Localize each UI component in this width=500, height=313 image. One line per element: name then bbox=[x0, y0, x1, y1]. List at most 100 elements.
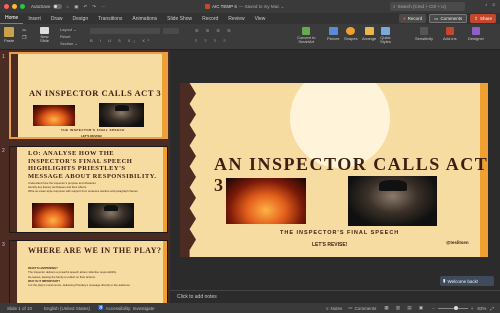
zoom-level[interactable]: 83% bbox=[477, 306, 486, 311]
clipboard-icon bbox=[4, 27, 15, 37]
doc-status[interactable]: — Saved to my Mac ⌄ bbox=[239, 4, 285, 10]
picture-button[interactable]: Picture bbox=[327, 27, 339, 41]
home-icon[interactable]: ⌂ bbox=[67, 4, 70, 10]
reset-button[interactable]: Reset bbox=[60, 34, 70, 39]
zoom-slider-thumb[interactable] bbox=[453, 305, 458, 310]
cut-copy-group: ✂ ❐ bbox=[22, 28, 26, 41]
new-slide-button[interactable]: New Slide bbox=[40, 27, 49, 43]
more-icon[interactable]: ⋯ bbox=[101, 4, 106, 10]
quick-styles-icon bbox=[380, 27, 390, 35]
designer-label: Designer bbox=[468, 36, 485, 41]
handle-text[interactable]: @teslitsen bbox=[446, 240, 469, 245]
section-button[interactable]: Section ⌄ bbox=[60, 41, 78, 46]
slide-thumbnail-2[interactable]: LO: ANALYSE HOW THE INSPECTOR'S FINAL SP… bbox=[9, 146, 168, 233]
quick-access-toolbar: ⌂ ▣ ↶ ↷ ⋯ bbox=[67, 4, 106, 10]
title-bar: AutoSave ⌂ ▣ ↶ ↷ ⋯ AIC TEMP 6 — Saved to… bbox=[0, 0, 500, 13]
quick-styles-button[interactable]: Quick Styles bbox=[380, 27, 391, 44]
notes-icon[interactable]: ≡ bbox=[326, 306, 329, 311]
ribbon-tabs: Home Insert Draw Design Transitions Anim… bbox=[0, 13, 500, 24]
notes-area[interactable]: Click to add notes bbox=[170, 290, 500, 303]
zoom-slider[interactable] bbox=[437, 305, 468, 310]
slide-subtitle[interactable]: THE INSPECTOR'S FINAL SPEECH bbox=[280, 230, 399, 236]
close-window-button[interactable] bbox=[4, 4, 9, 9]
fire-image[interactable] bbox=[226, 178, 306, 224]
tab-view[interactable]: View bbox=[250, 13, 271, 24]
search-box[interactable]: ⌕ Search (Cmd + Ctrl + U) bbox=[390, 2, 465, 11]
tab-record[interactable]: Record bbox=[197, 13, 223, 24]
paste-button[interactable]: Paste bbox=[4, 27, 14, 43]
tab-insert[interactable]: Insert bbox=[23, 13, 46, 24]
zoom-window-button[interactable] bbox=[20, 4, 25, 9]
accessibility-status[interactable]: Accessibility: Investigate bbox=[106, 306, 155, 311]
shapes-button[interactable]: Shapes bbox=[344, 27, 358, 41]
zoom-in-icon[interactable]: + bbox=[471, 306, 474, 311]
tab-draw[interactable]: Draw bbox=[46, 13, 68, 24]
powerpoint-icon bbox=[205, 4, 210, 9]
notes-toggle[interactable]: Notes bbox=[331, 306, 343, 311]
current-slide[interactable]: AN INSPECTOR CALLS ACT 3 THE INSPECTOR'S… bbox=[180, 83, 488, 257]
autosave-control[interactable]: AutoSave bbox=[31, 4, 62, 9]
font-format-buttons[interactable]: B I U S X₂ X² bbox=[90, 38, 152, 43]
picture-label: Picture bbox=[327, 36, 340, 41]
record-button[interactable]: ● Record bbox=[398, 14, 427, 23]
comments-toggle[interactable]: Comments bbox=[355, 306, 377, 311]
left-border-decoration bbox=[10, 147, 17, 232]
sensitivity-button[interactable]: Sensitivity bbox=[415, 27, 433, 41]
add-ins-button[interactable]: Add-ins bbox=[443, 27, 457, 41]
minimize-window-button[interactable] bbox=[12, 4, 17, 9]
tab-slide-show[interactable]: Slide Show bbox=[162, 13, 197, 24]
layout-button[interactable]: Layout ⌄ bbox=[60, 27, 76, 32]
fit-slide-icon[interactable]: ⤢ bbox=[490, 306, 494, 311]
hat-shape bbox=[378, 180, 407, 191]
slide-thumbnail-3[interactable]: WHERE ARE WE IN THE PLAY? WHAT'S HAPPENI… bbox=[9, 240, 168, 305]
comment-icon: ▭ bbox=[434, 15, 439, 21]
comments-button[interactable]: ▭ Comments bbox=[429, 14, 468, 23]
comments-label: Comments bbox=[440, 16, 463, 21]
paragraph-buttons[interactable]: ☰ ☰ ☰ ☰ bbox=[195, 28, 234, 33]
tab-design[interactable]: Design bbox=[68, 13, 94, 24]
tab-transitions[interactable]: Transitions bbox=[93, 13, 127, 24]
tab-review[interactable]: Review bbox=[223, 13, 249, 24]
language[interactable]: English (United States) bbox=[44, 306, 90, 311]
zoom-out-icon[interactable]: − bbox=[432, 306, 435, 311]
share-label: Share bbox=[479, 16, 492, 21]
autosave-toggle[interactable] bbox=[52, 4, 62, 9]
font-size-select[interactable] bbox=[163, 28, 179, 34]
hat-shape bbox=[114, 105, 129, 111]
slide-number: 3 bbox=[2, 242, 5, 248]
slide-number: 2 bbox=[2, 148, 5, 154]
search-icon: ⌕ bbox=[393, 4, 396, 9]
accessibility-icon[interactable]: ♿ bbox=[98, 305, 104, 311]
alignment-buttons[interactable]: ≡ ≡ ≡ ≡ bbox=[195, 38, 229, 43]
undo-icon[interactable]: ↶ bbox=[84, 4, 88, 10]
autosave-label: AutoSave bbox=[31, 4, 51, 9]
designer-button[interactable]: Designer bbox=[468, 27, 484, 41]
arrange-icon bbox=[364, 27, 374, 35]
slide-thumbnail-1[interactable]: AN INSPECTOR CALLS ACT 3 THE INSPECTOR'S… bbox=[9, 52, 168, 139]
inspector-image[interactable] bbox=[348, 176, 437, 226]
slide-revise[interactable]: LET'S REVISE! bbox=[312, 242, 347, 248]
info-icon: ▮ bbox=[443, 278, 446, 283]
font-family-select[interactable] bbox=[90, 28, 160, 34]
left-border-decoration bbox=[10, 241, 17, 304]
cut-icon[interactable]: ✂ bbox=[22, 28, 26, 34]
tab-animations[interactable]: Animations bbox=[127, 13, 162, 24]
fire-image bbox=[32, 203, 74, 228]
tab-home[interactable]: Home bbox=[0, 13, 24, 24]
copy-icon[interactable]: ❐ bbox=[22, 35, 26, 41]
convert-smartart-button[interactable]: Convert to SmartArt bbox=[297, 27, 315, 44]
save-icon[interactable]: ▣ bbox=[74, 4, 78, 10]
bell-icon[interactable]: ♪ bbox=[485, 2, 487, 7]
welcome-toast[interactable]: ▮ Welcome back! bbox=[440, 276, 494, 286]
wavy-border-left bbox=[180, 83, 196, 257]
arrange-button[interactable]: Arrange bbox=[362, 27, 376, 41]
left-border-decoration bbox=[11, 54, 18, 137]
ribbon-home: Paste ✂ ❐ New Slide Layout ⌄ Reset Secti… bbox=[0, 24, 500, 50]
share-button[interactable]: ⇪ Share bbox=[470, 14, 496, 23]
account-icon[interactable]: ☺ bbox=[491, 2, 496, 7]
comments-icon[interactable]: ▭ bbox=[348, 305, 352, 311]
slide-number: 1 bbox=[2, 54, 5, 60]
view-buttons[interactable]: ▦ ▥ ▤ ▣ bbox=[384, 305, 426, 311]
add-ins-label: Add-ins bbox=[443, 36, 457, 41]
redo-icon[interactable]: ↷ bbox=[92, 4, 96, 10]
